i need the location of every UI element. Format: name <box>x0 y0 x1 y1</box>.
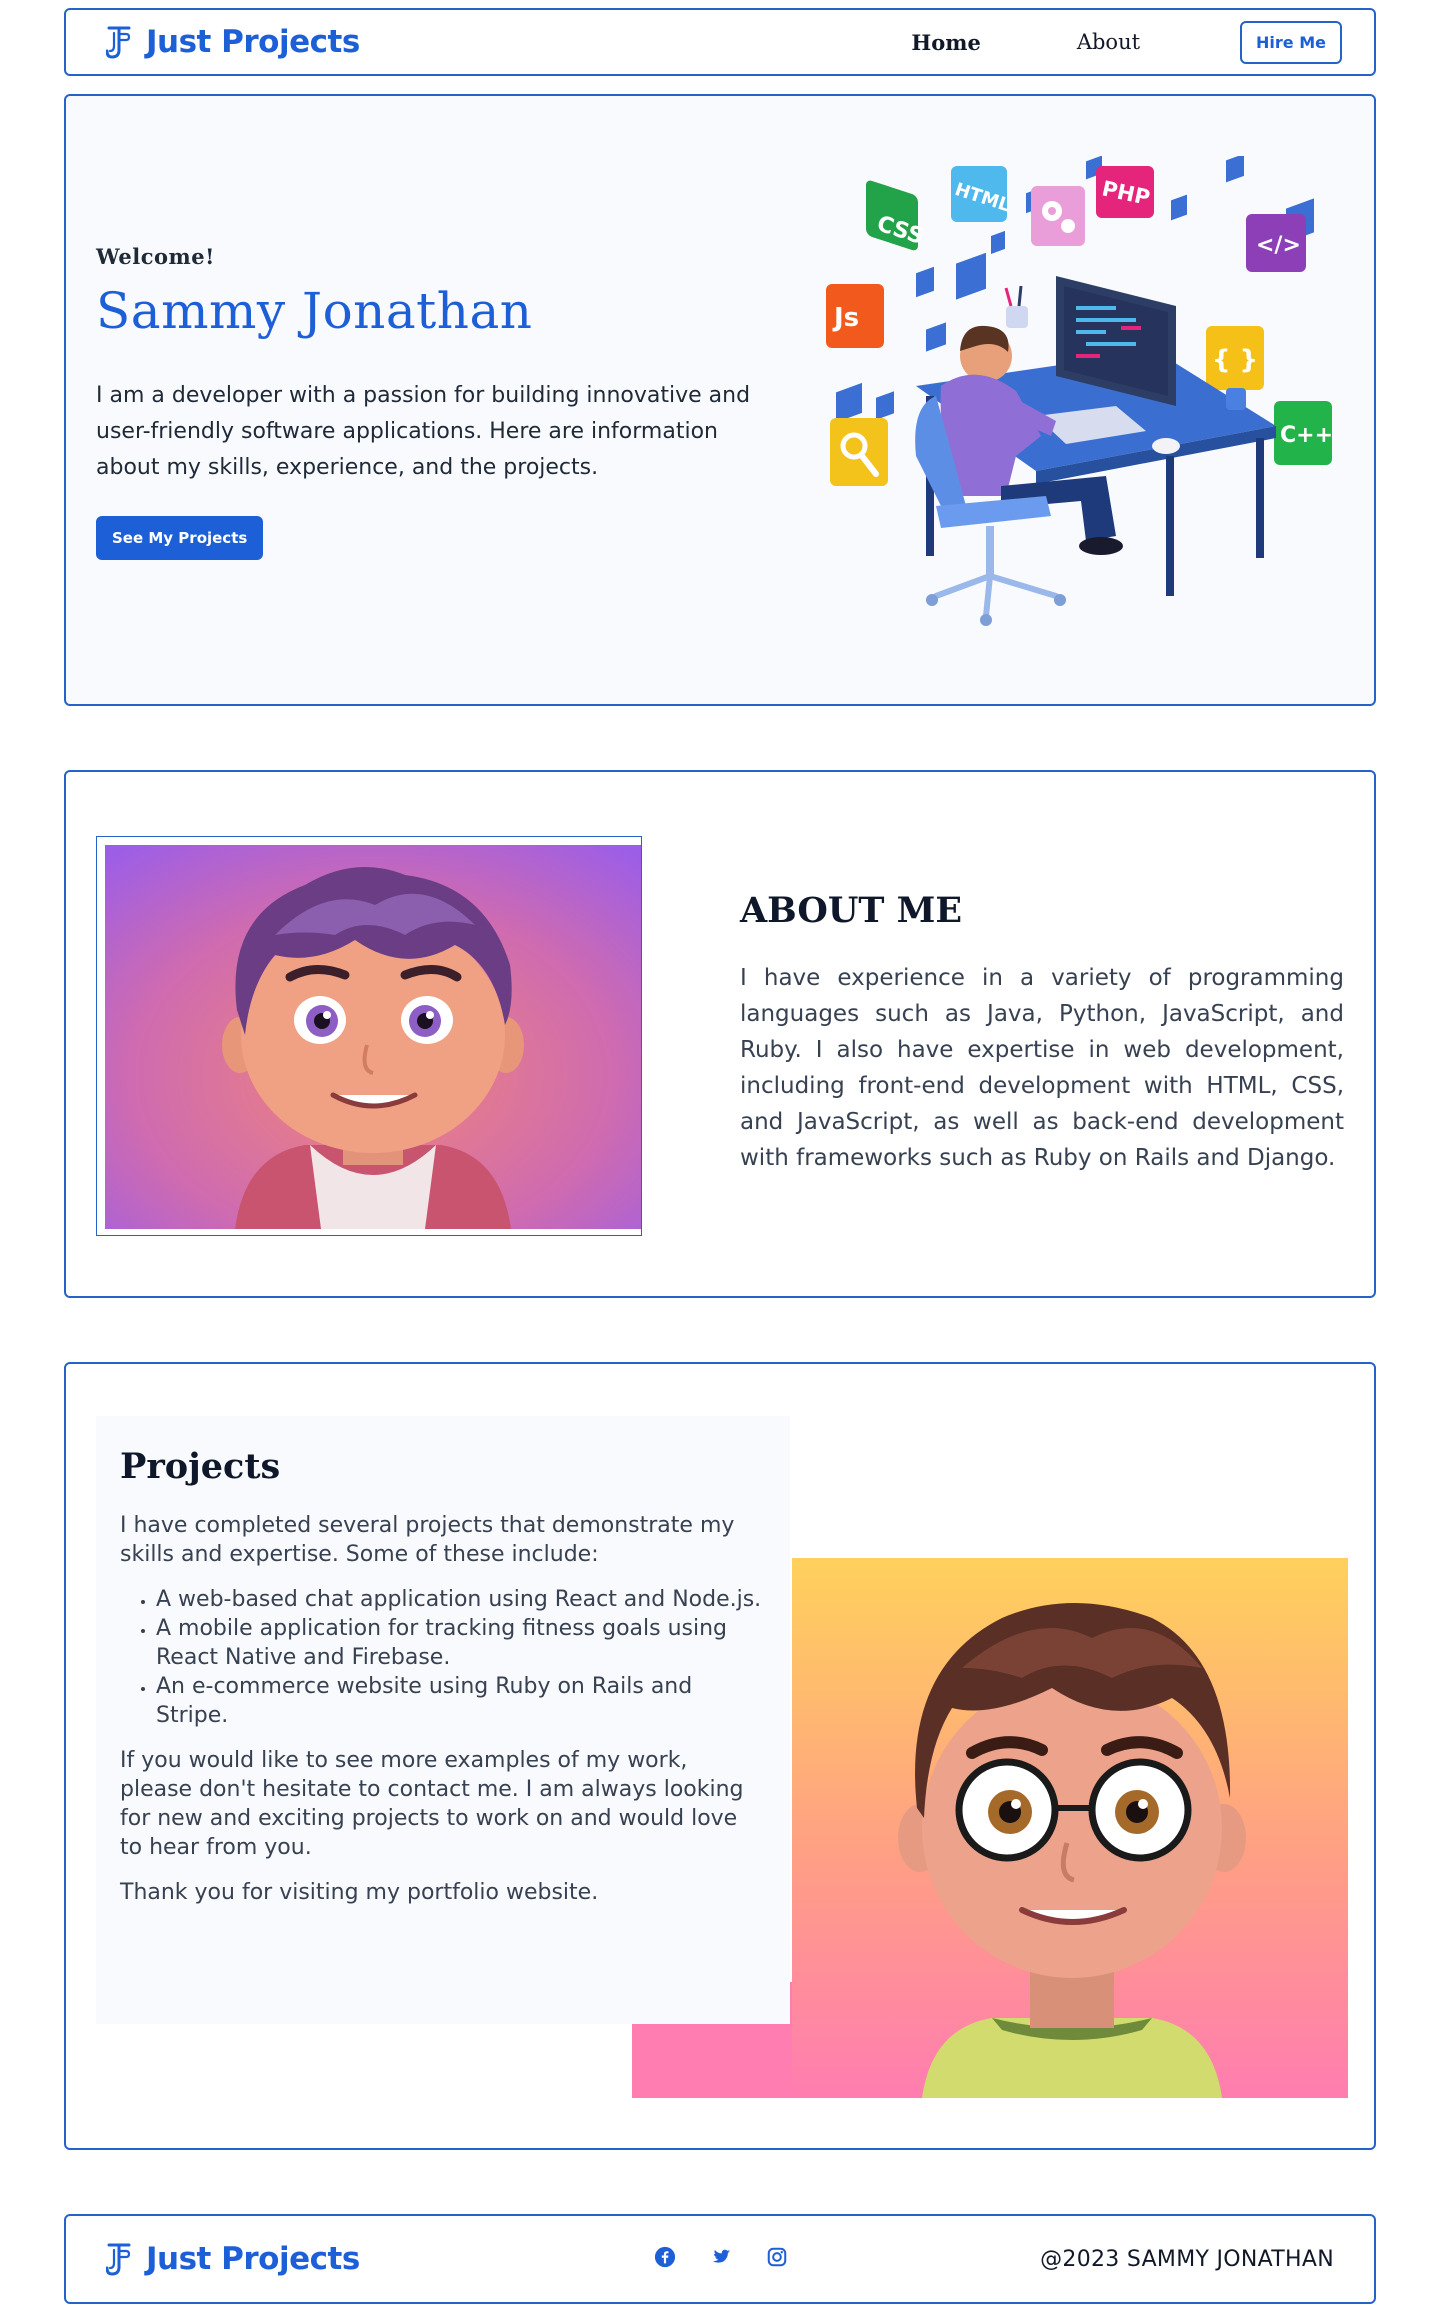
main-nav: Home About Hire Me <box>911 20 1342 64</box>
projects-title: Projects <box>120 1446 281 1487</box>
instagram-icon[interactable] <box>766 2246 788 2268</box>
list-item: An e-commerce website using Ruby on Rail… <box>156 1672 766 1730</box>
projects-intro: I have completed several projects that d… <box>120 1513 735 1567</box>
css-tile-icon: CSS <box>866 180 926 251</box>
logo-icon <box>106 2243 131 2276</box>
hero-section: Welcome! Sammy Jonathan I am a developer… <box>64 94 1376 706</box>
hire-me-button[interactable]: Hire Me <box>1240 20 1342 64</box>
svg-text:Js: Js <box>832 303 859 333</box>
projects-contact-text: If you would like to see more examples o… <box>120 1748 744 1860</box>
projects-list: A web-based chat application using React… <box>120 1585 766 1730</box>
about-avatar-frame <box>96 836 642 1236</box>
html-tile-icon: HTML <box>951 166 1013 222</box>
site-footer: Just Projects @2023 SAMMY JONATHAN <box>64 2214 1376 2304</box>
svg-text:</>: </> <box>1256 233 1301 258</box>
about-section: ABOUT ME I have experience in a variety … <box>64 770 1376 1298</box>
php-tile-icon: PHP <box>1096 166 1154 218</box>
search-tile-icon <box>830 418 888 486</box>
code-tile-icon: </> <box>1246 214 1306 272</box>
nav-home-link[interactable]: Home <box>911 30 980 55</box>
hero-description: I am a developer with a passion for buil… <box>96 383 751 480</box>
avatar-image <box>105 845 641 1229</box>
svg-text:C++: C++ <box>1280 423 1333 448</box>
hero-name: Sammy Jonathan <box>96 282 533 340</box>
about-title: ABOUT ME <box>740 890 963 931</box>
see-projects-button[interactable]: See My Projects <box>96 516 264 560</box>
brand-name: Just Projects <box>146 24 360 60</box>
list-item: A web-based chat application using React… <box>156 1585 766 1614</box>
facebook-icon[interactable] <box>654 2246 676 2268</box>
gears-tile-icon <box>1031 186 1085 246</box>
svg-text:{ }: { } <box>1212 345 1258 375</box>
developer-illustration: CSS HTML PHP </> Js { } C++ <box>826 156 1333 626</box>
projects-section: Projects I have completed several projec… <box>64 1362 1376 2150</box>
welcome-text: Welcome! <box>96 244 215 269</box>
projects-card: Projects I have completed several projec… <box>96 1416 790 2024</box>
copyright-text: @2023 SAMMY JONATHAN <box>1040 2246 1334 2272</box>
list-item: A mobile application for tracking fitnes… <box>156 1614 766 1672</box>
nav-about-link[interactable]: About <box>1077 30 1140 54</box>
cpp-tile-icon: C++ <box>1274 401 1333 465</box>
twitter-icon[interactable] <box>710 2246 732 2268</box>
about-text: I have experience in a variety of progra… <box>740 965 1344 1171</box>
footer-brand-name: Just Projects <box>146 2241 360 2277</box>
js-tile-icon: Js <box>826 284 884 348</box>
projects-thanks-text: Thank you for visiting my portfolio webs… <box>120 1880 599 1905</box>
footer-brand-logo[interactable]: Just Projects <box>106 2241 360 2277</box>
logo-icon <box>106 26 131 59</box>
braces-tile-icon: { } <box>1206 326 1264 390</box>
site-header: Just Projects Home About Hire Me <box>64 8 1376 76</box>
social-links <box>654 2246 788 2268</box>
brand-logo[interactable]: Just Projects <box>106 24 360 60</box>
